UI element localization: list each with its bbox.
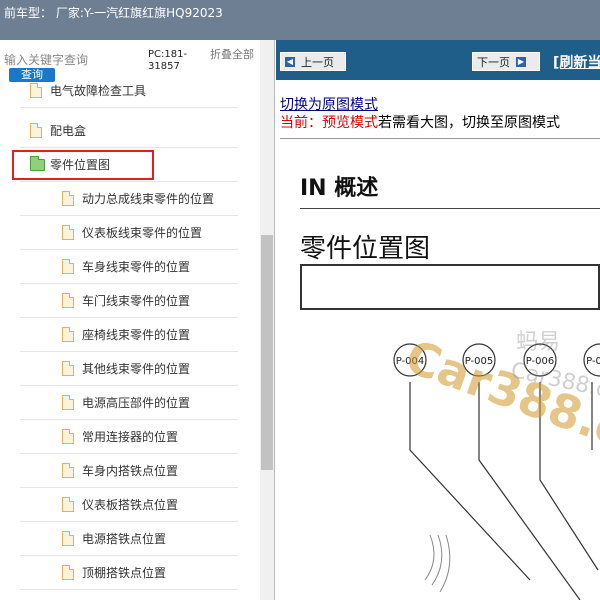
connector-label: P-006	[526, 356, 555, 367]
tree-item-other-harness[interactable]: 其他线束零件的位置	[20, 352, 238, 386]
document-icon	[62, 361, 74, 376]
document-icon	[30, 83, 42, 98]
tree-item-label: 电源搭铁点位置	[82, 532, 167, 546]
sidebar: 查询 PC:181-31857 折叠全部 电气故障检查工具 配电盒 零件位置图 …	[0, 40, 275, 600]
tree-item-dashboard-ground[interactable]: 仪表板搭铁点位置	[20, 488, 238, 522]
refresh-link[interactable]: [刷新当	[553, 52, 600, 72]
tree-item-label: 车身线束零件的位置	[82, 260, 191, 274]
connector-P-004: P-004	[393, 343, 427, 377]
tree-item-power-ground[interactable]: 电源搭铁点位置	[20, 522, 238, 556]
selection-highlight	[12, 150, 154, 180]
doc-caption-box	[300, 264, 600, 310]
tree-item-body-ground[interactable]: 车身内搭铁点位置	[20, 454, 238, 488]
next-page-label: 下一页	[477, 55, 510, 69]
connector-P-0: P-0	[583, 343, 600, 377]
next-page-button[interactable]: 下一页 ▶	[472, 52, 540, 71]
tree-item-label: 仪表板线束零件的位置	[82, 226, 203, 240]
vehicle-title: 前车型： 厂家:Y-一汽红旗红旗HQ92023	[4, 6, 223, 20]
tree-item-label: 动力总成线束零件的位置	[82, 192, 215, 206]
doc-title: 零件位置图	[300, 234, 431, 264]
harness-sketch	[424, 534, 451, 593]
pc-code: PC:181-31857	[148, 49, 188, 72]
tree-item-label: 电气故障检查工具	[50, 84, 147, 98]
connector-line	[478, 382, 581, 600]
document-icon	[62, 259, 74, 274]
document-icon	[62, 293, 74, 308]
tree-item-label: 车门线束零件的位置	[82, 294, 191, 308]
document-icon	[62, 191, 74, 206]
tree-item-seat-harness[interactable]: 座椅线束零件的位置	[20, 318, 238, 352]
connector-diagram: P-004 P-005 P-006 P-0	[393, 343, 600, 600]
document-icon	[62, 395, 74, 410]
tree-item-door-harness[interactable]: 车门线束零件的位置	[20, 284, 238, 318]
tree-item-label: 其他线束零件的位置	[82, 362, 191, 376]
tree-item-high-voltage[interactable]: 电源高压部件的位置	[20, 386, 238, 420]
document-preview: IN 概述 零件位置图 P-004 P-005 P-006 P-0 蚂易 Car…	[280, 140, 600, 600]
connector-label: P-005	[465, 356, 494, 367]
connector-P-006: P-006	[523, 343, 557, 377]
tree-item-roof-ground[interactable]: 顶棚搭铁点位置	[20, 556, 238, 590]
scrollbar-thumb[interactable]	[261, 235, 273, 470]
document-icon	[62, 225, 74, 240]
title-bar: 前车型： 厂家:Y-一汽红旗红旗HQ92023	[0, 0, 600, 40]
document-icon	[62, 463, 74, 478]
connector-line	[539, 382, 599, 571]
content-panel: ◀ 上一页 下一页 ▶ [刷新当 切换为原图模式 当前：预览模式若需看大图，切换…	[276, 40, 600, 600]
tree-item-common-connectors[interactable]: 常用连接器的位置	[20, 420, 238, 454]
tree-item-label: 配电盒	[50, 124, 87, 138]
tree-item-dashboard-harness[interactable]: 仪表板线束零件的位置	[20, 216, 238, 250]
prev-page-button[interactable]: ◀ 上一页	[280, 52, 346, 71]
mode-current: 当前：预览模式	[280, 115, 378, 131]
tree-item-label: 座椅线束零件的位置	[82, 328, 191, 342]
doc-section-heading: IN 概述	[300, 176, 379, 201]
document-icon	[62, 429, 74, 444]
sidebar-scrollbar[interactable]	[260, 40, 274, 600]
tree-item-label: 顶棚搭铁点位置	[82, 566, 167, 580]
mode-status: 当前：预览模式若需看大图，切换至原图模式	[280, 112, 560, 132]
connector-line	[409, 382, 531, 581]
connector-lines	[409, 382, 599, 600]
tree-item-label: 车身内搭铁点位置	[82, 464, 179, 478]
document-icon	[62, 497, 74, 512]
doc-rule	[300, 208, 600, 209]
arrow-right-icon: ▶	[516, 56, 526, 67]
arrow-left-icon: ◀	[285, 56, 295, 67]
connector-P-005: P-005	[462, 343, 496, 377]
tree-item-label: 电源高压部件的位置	[82, 396, 191, 410]
tree-item-distribution-box[interactable]: 配电盒	[20, 114, 238, 148]
connector-label: P-004	[396, 356, 425, 367]
switch-original-mode-link[interactable]: 切换为原图模式	[280, 94, 378, 114]
tree-item-label: 常用连接器的位置	[82, 430, 179, 444]
document-icon	[62, 327, 74, 342]
page-nav-bar: ◀ 上一页 下一页 ▶ [刷新当	[276, 40, 600, 80]
document-icon	[62, 531, 74, 546]
collapse-all-button[interactable]: 折叠全部	[210, 49, 254, 61]
connector-label: P-0	[586, 356, 600, 367]
tree-item-label: 仪表板搭铁点位置	[82, 498, 179, 512]
tree-item-powertrain-harness[interactable]: 动力总成线束零件的位置	[20, 182, 238, 216]
prev-page-label: 上一页	[301, 55, 334, 69]
tree-item-body-harness[interactable]: 车身线束零件的位置	[20, 250, 238, 284]
divider	[280, 138, 600, 139]
search-input[interactable]	[4, 50, 140, 70]
document-icon	[30, 123, 42, 138]
document-icon	[62, 565, 74, 580]
tree-item-tools[interactable]: 电气故障检查工具	[20, 74, 238, 108]
mode-hint: 若需看大图，切换至原图模式	[378, 115, 560, 131]
